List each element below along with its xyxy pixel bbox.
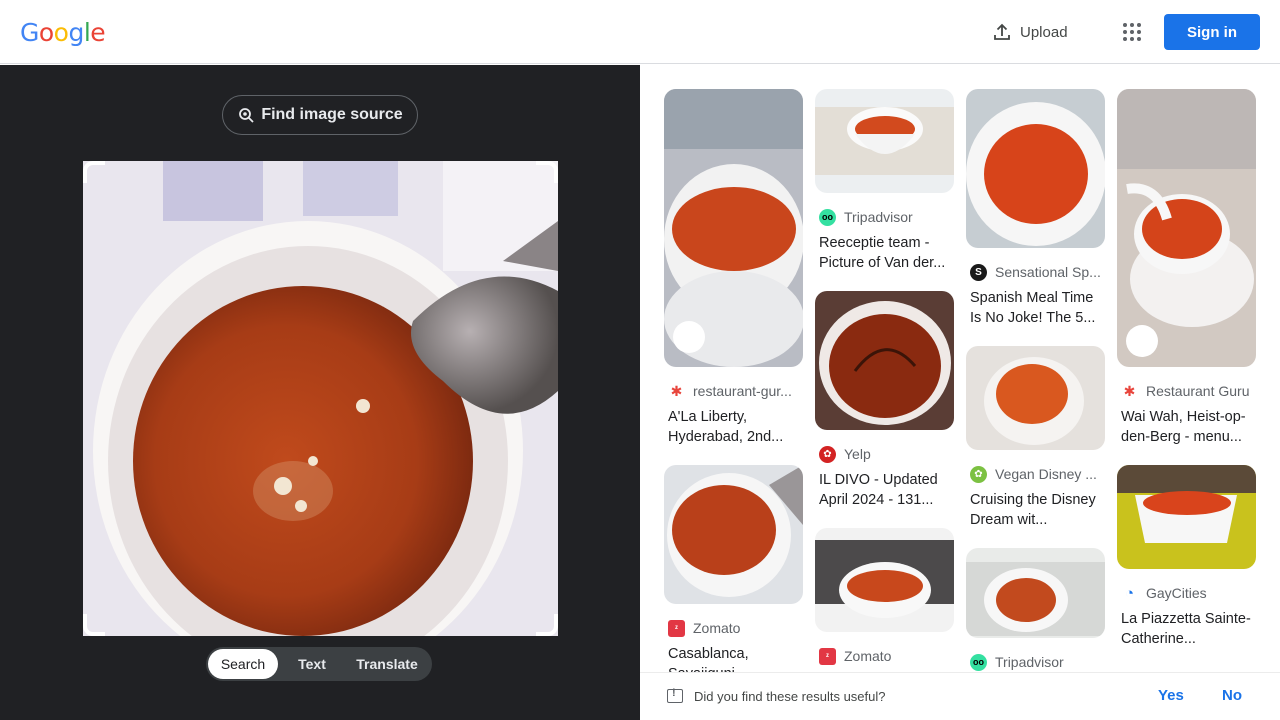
google-logo[interactable]: Google [20,18,106,47]
upload-icon [994,23,1010,40]
lens-image-panel: Find image source Search Text Translate [0,65,640,720]
result-card[interactable]: oo Tripadvisor Reeceptie team - Picture o… [815,89,954,273]
result-thumbnail[interactable] [815,89,954,193]
result-source: restaurant-gur... [693,383,792,399]
find-image-source-button[interactable]: Find image source [222,95,418,135]
result-thumbnail[interactable] [966,89,1105,248]
feedback-yes-button[interactable]: Yes [1158,687,1184,704]
feedback-bar: Did you find these results useful? Yes N… [640,672,1280,720]
result-source: Yelp [844,446,871,462]
visual-matches: ✱ restaurant-gur... A'La Liberty, Hyderab… [640,65,1280,672]
result-title[interactable]: IL DIVO - Updated April 2024 - 131... [819,470,950,510]
result-card[interactable]: ✿ Vegan Disney ... Cruising the Disney Dr… [966,346,1105,530]
result-card[interactable]: oo Tripadvisor [966,548,1105,672]
tab-translate[interactable]: Translate [346,649,428,679]
result-title[interactable]: La Piazzetta Sainte-Catherine... [1121,609,1252,649]
zomato-icon: z [819,647,836,665]
result-source: Tripadvisor [844,209,913,225]
result-title[interactable]: Cruising the Disney Dream wit... [970,490,1101,530]
result-title[interactable]: Wai Wah, Heist-op-den-Berg - menu... [1121,407,1252,447]
upload-label: Upload [1020,23,1068,41]
crop-handle-bottom-right[interactable] [536,614,558,636]
apps-grid-icon[interactable] [1120,20,1144,44]
result-thumbnail[interactable] [1117,89,1256,367]
result-card[interactable]: z Zomato [815,528,954,666]
result-card[interactable]: z Zomato Casablanca, Sayajiguni... [664,465,803,672]
result-title[interactable]: Spanish Meal Time Is No Joke! The 5... [970,288,1101,328]
crop-handle-bottom-left[interactable] [83,614,105,636]
logo-letter: o [38,18,54,47]
result-thumbnail[interactable] [966,346,1105,450]
lens-mode-tabs: Search Text Translate [206,647,432,681]
yelp-icon: ✿ [819,445,836,463]
logo-letter: e [90,18,106,47]
crop-handle-top-right[interactable] [536,161,558,183]
tab-text[interactable]: Text [278,649,346,679]
vegan-disney-icon: ✿ [970,465,987,483]
feedback-no-button[interactable]: No [1222,687,1242,704]
query-image[interactable] [83,161,558,636]
restaurant-guru-icon: ✱ [670,382,683,399]
result-title[interactable]: A'La Liberty, Hyderabad, 2nd... [668,407,799,447]
result-source: Vegan Disney ... [995,466,1097,482]
upload-button[interactable]: Upload [992,20,1068,44]
result-source: GayCities [1146,585,1207,601]
zomato-icon: z [668,619,685,637]
logo-letter: g [68,18,84,47]
result-source: Zomato [693,620,741,636]
result-thumbnail[interactable] [815,528,954,632]
result-thumbnail[interactable] [1117,465,1256,569]
lens-search-icon [239,108,254,123]
feedback-question: Did you find these results useful? [694,689,886,704]
result-source: Sensational Sp... [995,264,1101,280]
result-card[interactable]: ✱ Restaurant Guru Wai Wah, Heist-op-den-B… [1117,89,1256,447]
result-card[interactable]: ✱ restaurant-gur... A'La Liberty, Hyderab… [664,89,803,447]
result-source: Restaurant Guru [1146,383,1250,399]
gaycities-icon: ◔ [1124,584,1135,602]
crop-handle-top-left[interactable] [83,161,105,183]
result-card[interactable]: ◔ GayCities La Piazzetta Sainte-Catherine… [1117,465,1256,649]
result-title[interactable]: Casablanca, Sayajiguni... [668,644,799,672]
tripadvisor-icon: oo [970,653,987,671]
result-source: Zomato [844,648,892,664]
result-source: Tripadvisor [995,654,1064,670]
result-thumbnail[interactable] [966,548,1105,638]
result-card[interactable]: S Sensational Sp... Spanish Meal Time Is … [966,89,1105,328]
result-title[interactable]: Reeceptie team - Picture of Van der... [819,233,950,273]
result-thumbnail[interactable] [815,291,954,430]
result-thumbnail[interactable] [664,465,803,604]
find-source-label: Find image source [261,106,403,123]
tab-search[interactable]: Search [208,649,278,679]
result-thumbnail[interactable] [664,89,803,367]
restaurant-guru-icon: ✱ [1123,382,1136,399]
sign-in-button[interactable]: Sign in [1164,14,1260,50]
feedback-icon [667,687,683,703]
sensational-spain-icon: S [970,263,987,281]
logo-letter: G [20,18,39,47]
top-bar: Google Upload Sign in [0,0,1280,64]
tripadvisor-icon: oo [819,208,836,226]
result-card[interactable]: ✿ Yelp IL DIVO - Updated April 2024 - 131… [815,291,954,510]
logo-letter: o [53,18,69,47]
